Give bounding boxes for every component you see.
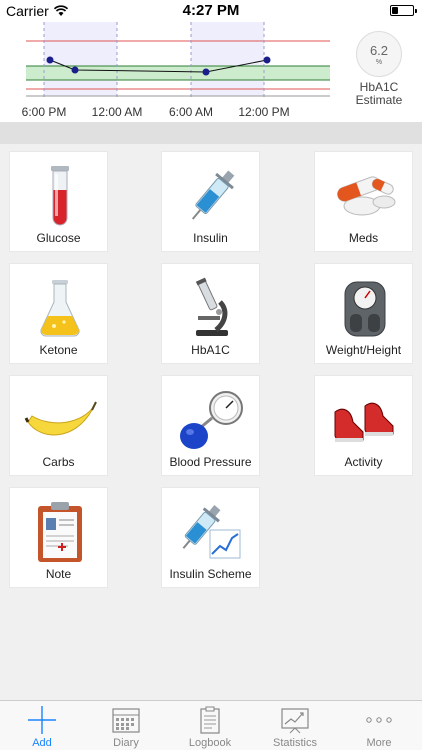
section-divider (0, 122, 422, 144)
tile-note[interactable]: Note (9, 487, 108, 588)
chart-icon (281, 708, 309, 734)
tab-logbook[interactable]: Logbook (168, 701, 252, 750)
tile-label: Insulin (193, 231, 228, 245)
microscope-icon (195, 277, 228, 336)
tile-insulin[interactable]: Insulin (161, 151, 260, 252)
sneakers-icon (334, 402, 394, 442)
battery-icon (390, 5, 417, 16)
tile-label: HbA1C (191, 343, 230, 357)
tile-label: Blood Pressure (169, 455, 252, 469)
x-tick-label: 12:00 PM (238, 105, 289, 119)
tile-label: Insulin Scheme (169, 567, 252, 581)
more-icon (366, 717, 392, 723)
glucose-point[interactable] (202, 68, 210, 76)
glucose-point[interactable] (263, 56, 271, 64)
status-bar: Carrier 4:27 PM (0, 0, 422, 22)
scale-icon (344, 281, 386, 337)
clock: 4:27 PM (182, 2, 240, 19)
pills-icon (337, 176, 396, 216)
tile-label: Activity (344, 455, 383, 469)
target-range-band (26, 66, 330, 80)
tile-weight-height[interactable]: Weight/Height (314, 263, 413, 364)
plus-icon (28, 706, 56, 734)
glucose-chart-panel[interactable]: 6:00 PM 12:00 AM 6:00 AM 12:00 PM 6.2 % … (0, 22, 422, 122)
tab-label: Diary (113, 737, 139, 749)
clipboard-icon (38, 502, 82, 562)
tab-label: More (366, 737, 392, 749)
tile-activity[interactable]: Activity (314, 375, 413, 476)
tab-add[interactable]: Add (0, 701, 84, 750)
tab-more[interactable]: More (337, 701, 421, 750)
calendar-icon (112, 708, 140, 733)
x-tick-label: 6:00 AM (169, 105, 213, 119)
tile-meds[interactable]: Meds (314, 151, 413, 252)
hba1c-estimate-badge[interactable]: 6.2 % (356, 31, 402, 77)
tile-insulin-scheme[interactable]: Insulin Scheme (161, 487, 260, 588)
tile-label: Ketone (39, 343, 78, 357)
flask-icon (40, 280, 80, 337)
test-tube-icon (51, 166, 69, 226)
tab-statistics[interactable]: Statistics (253, 701, 337, 750)
tile-ketone[interactable]: Ketone (9, 263, 108, 364)
tab-label: Statistics (272, 737, 317, 749)
tab-label: Add (32, 737, 52, 749)
glucose-chart[interactable]: 6:00 PM 12:00 AM 6:00 AM 12:00 PM (0, 22, 340, 122)
night-shade (44, 22, 117, 96)
tile-label: Note (45, 567, 72, 581)
night-shade (191, 22, 264, 96)
tab-label: Logbook (188, 737, 232, 749)
banana-icon (24, 401, 97, 436)
syringe-chart-icon (182, 505, 241, 559)
hba1c-value: 6.2 (369, 43, 389, 58)
tile-hba1c[interactable]: HbA1C (161, 263, 260, 364)
tile-label: Weight/Height (325, 343, 402, 357)
tile-glucose[interactable]: Glucose (9, 151, 108, 252)
glucose-point[interactable] (71, 66, 79, 74)
tile-label: Carbs (42, 455, 75, 469)
tile-carbs[interactable]: Carbs (9, 375, 108, 476)
tile-blood-pressure[interactable]: Blood Pressure (161, 375, 260, 476)
hba1c-unit: % (375, 59, 383, 66)
notepad-icon (200, 706, 220, 734)
hba1c-label-estimate: Estimate (355, 93, 403, 107)
tab-bar: Add Diary Logbook Statistics More (0, 700, 422, 750)
tile-label: Meds (348, 231, 379, 245)
syringe-icon (191, 170, 235, 220)
glucose-point[interactable] (46, 56, 54, 64)
tab-diary[interactable]: Diary (84, 701, 168, 750)
blood-pressure-gauge-icon (180, 391, 243, 449)
x-tick-label: 6:00 PM (22, 105, 67, 119)
x-tick-label: 12:00 AM (92, 105, 143, 119)
tile-label: Glucose (36, 231, 81, 245)
